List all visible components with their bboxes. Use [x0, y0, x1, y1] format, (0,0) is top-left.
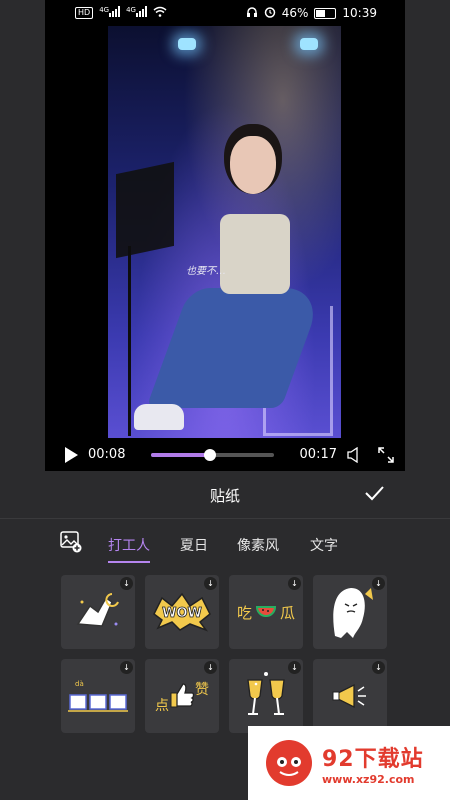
add-image-icon[interactable] [60, 531, 82, 553]
svg-text:WOW: WOW [162, 606, 202, 621]
sticker-tile[interactable]: ↓ [61, 575, 135, 649]
watermark-logo [266, 740, 312, 786]
battery-icon [314, 7, 337, 19]
seek-handle[interactable] [204, 448, 217, 461]
total-time: 00:17 [299, 447, 337, 462]
signal-icon: 4G [99, 6, 121, 20]
active-tab-indicator [108, 561, 150, 563]
watermark-title: 92下载站 [322, 746, 424, 772]
alarm-icon [264, 6, 276, 21]
download-icon: ↓ [204, 577, 217, 590]
fullscreen-icon[interactable] [377, 446, 395, 464]
tab-xiangsufeng[interactable]: 像素风 [237, 535, 279, 555]
sticker-tabs: 打工人 夏日 像素风 文字 [0, 520, 450, 568]
sticker-tile[interactable]: 吃 瓜 ↓ [229, 575, 303, 649]
current-time: 00:08 [88, 447, 126, 462]
tab-xiari[interactable]: 夏日 [180, 535, 208, 555]
download-icon: ↓ [288, 577, 301, 590]
play-button[interactable] [65, 446, 78, 463]
check-icon[interactable] [364, 483, 384, 503]
tab-dagongren[interactable]: 打工人 [108, 535, 150, 555]
video-preview[interactable]: 也要不… 00:08 00:17 [45, 26, 405, 471]
tab-wenzi[interactable]: 文字 [310, 535, 338, 555]
sim-badge: HD [75, 7, 94, 19]
seek-bar[interactable] [151, 448, 274, 461]
site-watermark: 92下载站 www.xz92.com [248, 726, 450, 800]
volume-icon[interactable] [347, 446, 361, 463]
sticker-tile[interactable]: ↓ [229, 659, 303, 733]
video-frame: 也要不… [108, 26, 341, 438]
signal-icon-2: 4G [126, 6, 147, 20]
download-icon: ↓ [372, 577, 385, 590]
wifi-icon [153, 6, 167, 20]
download-icon: ↓ [372, 661, 385, 674]
download-icon: ↓ [204, 661, 217, 674]
download-icon: ↓ [120, 577, 133, 590]
watermark-url: www.xz92.com [322, 772, 415, 786]
sticker-tile[interactable]: ↓ [313, 659, 387, 733]
status-bar: HD 4G 4G 46% 10:39 [45, 0, 405, 26]
clock: 10:39 [342, 6, 377, 20]
download-icon: ↓ [288, 661, 301, 674]
sticker-tile[interactable]: 点 赞 ↓ [145, 659, 219, 733]
seek-bar-fill [151, 452, 211, 457]
singer [230, 136, 276, 194]
sticker-tile[interactable]: WOW ↓ [145, 575, 219, 649]
music-stand [116, 161, 174, 259]
sticker-panel-header: 贴纸 [0, 471, 450, 519]
headphones-icon [246, 6, 258, 21]
sticker-tile[interactable]: dà ↓ [61, 659, 135, 733]
download-icon: ↓ [120, 661, 133, 674]
player-controls: 00:08 00:17 [45, 438, 405, 471]
battery-percent: 46% [281, 6, 309, 20]
lyric-text: 也要不… [186, 266, 226, 277]
sticker-tile[interactable]: ↓ [313, 575, 387, 649]
